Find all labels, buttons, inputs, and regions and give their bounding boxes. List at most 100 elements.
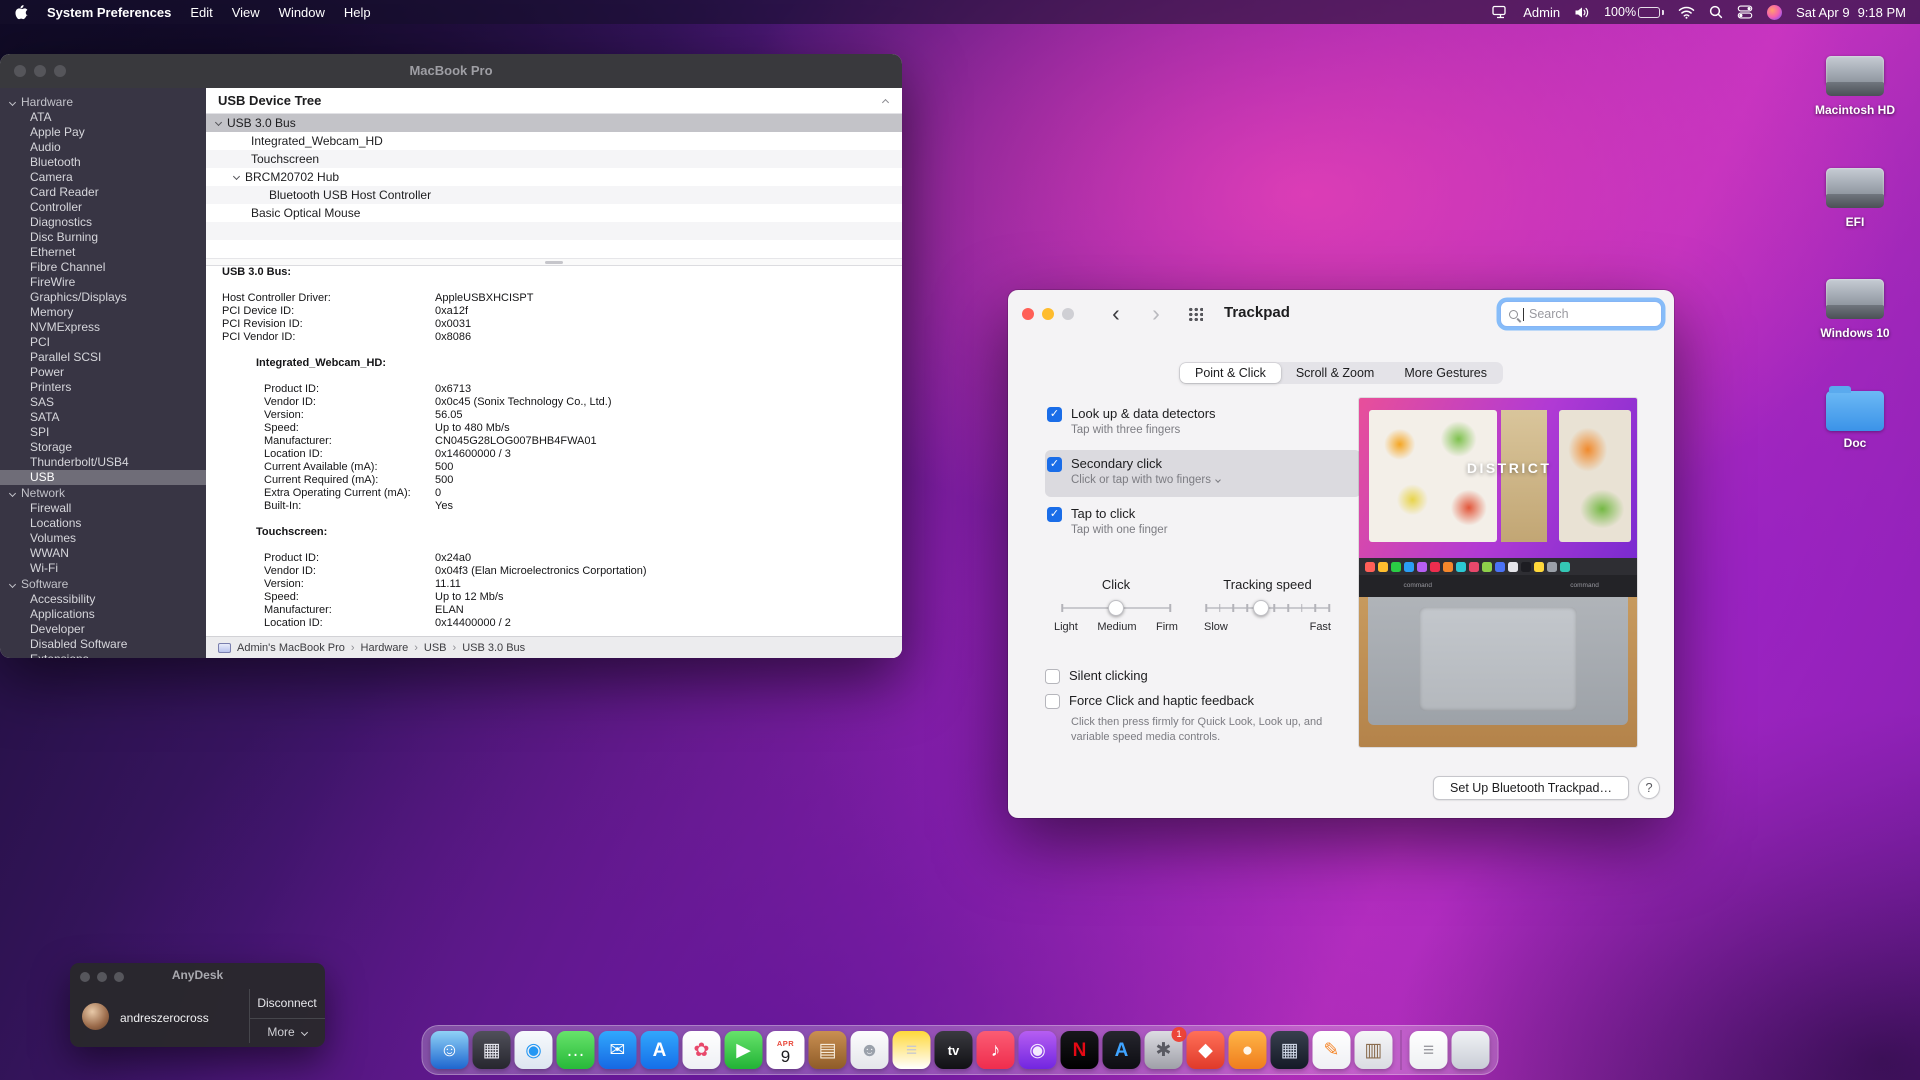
tree-row-integrated-webcam-hd[interactable]: Integrated_Webcam_HD bbox=[206, 132, 902, 150]
sidebar-item-bluetooth[interactable]: Bluetooth bbox=[0, 155, 206, 170]
battery-indicator[interactable]: 100% bbox=[1604, 5, 1664, 19]
dock-finder[interactable]: ☺ bbox=[431, 1031, 469, 1069]
dock-launchpad[interactable]: ▦ bbox=[473, 1031, 511, 1069]
dock-netflix[interactable]: N bbox=[1061, 1031, 1099, 1069]
dock-books[interactable]: ▤ bbox=[809, 1031, 847, 1069]
dock-messages[interactable]: … bbox=[557, 1031, 595, 1069]
chevron-down-icon[interactable] bbox=[233, 172, 240, 179]
sidebar-item-firewall[interactable]: Firewall bbox=[0, 501, 206, 516]
sidebar-item-disc-burning[interactable]: Disc Burning bbox=[0, 230, 206, 245]
checkbox[interactable] bbox=[1045, 694, 1060, 709]
breadcrumb-item-usb[interactable]: USB bbox=[424, 642, 447, 654]
dock-photos[interactable]: ✿ bbox=[683, 1031, 721, 1069]
dock-grid-app[interactable]: ▦ bbox=[1271, 1031, 1309, 1069]
sidebar-item-fibre-channel[interactable]: Fibre Channel bbox=[0, 260, 206, 275]
checkbox[interactable]: ✓ bbox=[1047, 407, 1062, 422]
dock-system-preferences[interactable]: ✱1 bbox=[1145, 1031, 1183, 1069]
dock-red-app[interactable]: ◆ bbox=[1187, 1031, 1225, 1069]
sidebar-item-thunderbolt-usb4[interactable]: Thunderbolt/USB4 bbox=[0, 455, 206, 470]
setup-bluetooth-trackpad-button[interactable]: Set Up Bluetooth Trackpad… bbox=[1433, 776, 1629, 800]
dock-app-store[interactable]: A bbox=[641, 1031, 679, 1069]
desktop-icon-macintosh-hd[interactable]: Macintosh HD bbox=[1799, 54, 1911, 117]
sidebar-item-diagnostics[interactable]: Diagnostics bbox=[0, 215, 206, 230]
tree-row-bluetooth-usb-host-controller[interactable]: Bluetooth USB Host Controller bbox=[206, 186, 902, 204]
menu-view[interactable]: View bbox=[232, 5, 260, 20]
sidebar-item-pci[interactable]: PCI bbox=[0, 335, 206, 350]
dock-notes[interactable]: ≡ bbox=[893, 1031, 931, 1069]
trackpad-titlebar[interactable]: ‹ › Trackpad Search bbox=[1008, 290, 1674, 338]
sidebar-section-hardware[interactable]: Hardware bbox=[0, 94, 206, 110]
tree-row-brcm20702-hub[interactable]: BRCM20702 Hub bbox=[206, 168, 902, 186]
tree-row-basic-optical-mouse[interactable]: Basic Optical Mouse bbox=[206, 204, 902, 222]
sidebar-item-developer[interactable]: Developer bbox=[0, 622, 206, 637]
dock-calendar[interactable]: APR9 bbox=[767, 1031, 805, 1069]
sysinfo-titlebar[interactable]: MacBook Pro bbox=[0, 54, 902, 88]
breadcrumb-item-usb-3-0-bus[interactable]: USB 3.0 Bus bbox=[462, 642, 525, 654]
screen-share-icon[interactable] bbox=[1492, 5, 1509, 19]
option-look-up-data-detectors[interactable]: ✓Look up & data detectorsTap with three … bbox=[1045, 400, 1361, 447]
sidebar-item-storage[interactable]: Storage bbox=[0, 440, 206, 455]
dock-mail[interactable]: ✉ bbox=[599, 1031, 637, 1069]
menu-help[interactable]: Help bbox=[344, 5, 371, 20]
sidebar-section-network[interactable]: Network bbox=[0, 485, 206, 501]
apple-menu-icon[interactable] bbox=[14, 4, 28, 20]
breadcrumb-item-hardware[interactable]: Hardware bbox=[361, 642, 409, 654]
sidebar-item-card-reader[interactable]: Card Reader bbox=[0, 185, 206, 200]
dock-trash[interactable] bbox=[1452, 1031, 1490, 1069]
sidebar-item-firewire[interactable]: FireWire bbox=[0, 275, 206, 290]
chevron-down-icon[interactable] bbox=[1215, 477, 1221, 483]
dock-safari[interactable]: ◉ bbox=[515, 1031, 553, 1069]
sidebar-item-wi-fi[interactable]: Wi-Fi bbox=[0, 561, 206, 576]
menu-edit[interactable]: Edit bbox=[190, 5, 212, 20]
sidebar-item-spi[interactable]: SPI bbox=[0, 425, 206, 440]
sidebar-item-wwan[interactable]: WWAN bbox=[0, 546, 206, 561]
option-secondary-click[interactable]: ✓Secondary clickClick or tap with two fi… bbox=[1045, 450, 1361, 497]
back-button[interactable]: ‹ bbox=[1106, 300, 1126, 326]
tab-point-click[interactable]: Point & Click bbox=[1180, 363, 1281, 383]
desktop-icon-windows-10[interactable]: Windows 10 bbox=[1799, 277, 1911, 340]
desktop-icon-doc[interactable]: Doc bbox=[1799, 388, 1911, 450]
help-button[interactable]: ? bbox=[1638, 777, 1660, 799]
sidebar-item-nvmexpress[interactable]: NVMExpress bbox=[0, 320, 206, 335]
sidebar-item-applications[interactable]: Applications bbox=[0, 607, 206, 622]
tab-scroll-zoom[interactable]: Scroll & Zoom bbox=[1281, 363, 1390, 383]
more-button[interactable]: More bbox=[249, 1019, 325, 1045]
dock-pages[interactable]: ✎ bbox=[1313, 1031, 1351, 1069]
minimize-button[interactable] bbox=[1042, 308, 1054, 320]
sidebar-item-graphics-displays[interactable]: Graphics/Displays bbox=[0, 290, 206, 305]
sidebar-item-memory[interactable]: Memory bbox=[0, 305, 206, 320]
tree-row-usb-3-0-bus[interactable]: USB 3.0 Bus bbox=[206, 114, 902, 132]
demo-video[interactable]: DISTRICT bbox=[1359, 398, 1637, 558]
volume-icon[interactable] bbox=[1574, 6, 1590, 19]
menubar-date[interactable]: Sat Apr 9 bbox=[1796, 5, 1849, 20]
sidebar-item-extensions[interactable]: Extensions bbox=[0, 652, 206, 658]
siri-icon[interactable] bbox=[1767, 5, 1782, 20]
zoom-button[interactable] bbox=[1062, 308, 1074, 320]
dock-podcasts[interactable]: ◉ bbox=[1019, 1031, 1057, 1069]
sidebar-item-power[interactable]: Power bbox=[0, 365, 206, 380]
sidebar-item-audio[interactable]: Audio bbox=[0, 140, 206, 155]
click-slider[interactable] bbox=[1062, 600, 1170, 616]
user-menu[interactable]: Admin bbox=[1523, 5, 1560, 20]
toggle-silent-clicking[interactable]: Silent clicking bbox=[1045, 668, 1365, 684]
desktop-icon-efi[interactable]: EFI bbox=[1799, 166, 1911, 229]
slider-knob[interactable] bbox=[1253, 600, 1269, 616]
tree-row-touchscreen[interactable]: Touchscreen bbox=[206, 150, 902, 168]
sidebar-item-camera[interactable]: Camera bbox=[0, 170, 206, 185]
show-all-icon[interactable] bbox=[1188, 307, 1203, 321]
menu-system-preferences[interactable]: System Preferences bbox=[47, 5, 171, 20]
dock-utility-app[interactable]: ▥ bbox=[1355, 1031, 1393, 1069]
zoom-button[interactable] bbox=[54, 65, 66, 77]
minimize-button[interactable] bbox=[34, 65, 46, 77]
collapse-chevron-icon[interactable] bbox=[882, 99, 889, 106]
chevron-down-icon[interactable] bbox=[215, 118, 222, 125]
menubar-time[interactable]: 9:18 PM bbox=[1858, 5, 1906, 20]
checkbox[interactable] bbox=[1045, 669, 1060, 684]
dock-textedit[interactable]: ≡ bbox=[1410, 1031, 1448, 1069]
dock-orange-app[interactable]: ● bbox=[1229, 1031, 1267, 1069]
breadcrumb-item-admin-s-macbook-pro[interactable]: Admin's MacBook Pro bbox=[237, 642, 345, 654]
spotlight-icon[interactable] bbox=[1709, 5, 1723, 19]
dock-apple-store[interactable]: A bbox=[1103, 1031, 1141, 1069]
sidebar-item-sas[interactable]: SAS bbox=[0, 395, 206, 410]
sidebar-item-ethernet[interactable]: Ethernet bbox=[0, 245, 206, 260]
